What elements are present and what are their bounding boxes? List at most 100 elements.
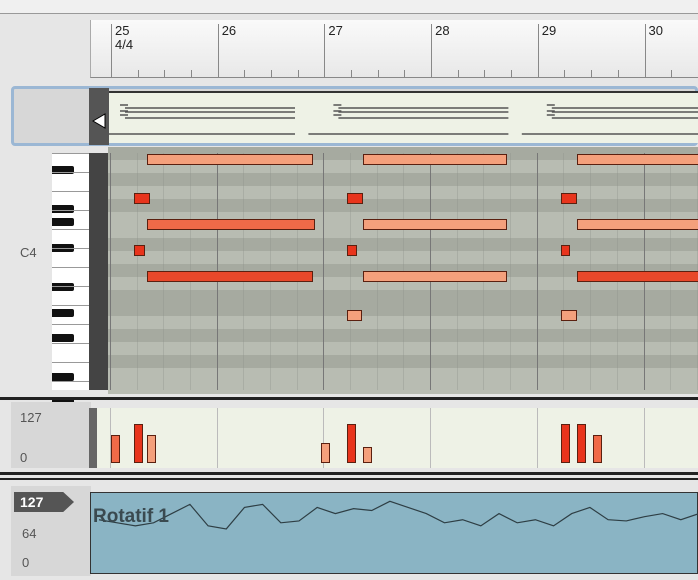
midi-note[interactable] (561, 245, 570, 256)
velocity-bar[interactable] (147, 435, 156, 463)
midi-note[interactable] (561, 193, 577, 204)
beat-line (137, 153, 138, 390)
white-key-edge (52, 267, 90, 268)
piano-keyboard[interactable] (52, 153, 90, 390)
beat-tick (564, 70, 565, 77)
beat-line (510, 153, 511, 390)
bar-line (537, 153, 538, 390)
velocity-min-label: 0 (20, 450, 27, 465)
midi-note[interactable] (134, 245, 145, 256)
automation-min-label: 0 (22, 555, 29, 570)
midi-note[interactable] (147, 154, 312, 165)
keyboard-divider (89, 153, 109, 390)
bar-line (323, 153, 324, 390)
automation-value-tag[interactable]: 127 (14, 492, 74, 512)
velocity-bar[interactable] (321, 443, 330, 463)
white-key-edge (52, 381, 90, 382)
velocity-bar[interactable] (347, 424, 356, 463)
beat-tick (244, 70, 245, 77)
midi-note[interactable] (347, 193, 363, 204)
bar-ruler[interactable]: 254/4 26 27 28 29 30 (90, 20, 698, 78)
bar-line (537, 408, 538, 468)
white-key-edge (52, 210, 90, 211)
toolbar (0, 0, 698, 14)
beat-tick (351, 70, 352, 77)
white-key-edge (52, 305, 90, 306)
midi-note[interactable] (347, 245, 356, 256)
white-key-edge (52, 343, 90, 344)
velocity-bar[interactable] (363, 447, 372, 463)
bar-number[interactable]: 29 (538, 24, 556, 78)
region-note-lines (308, 105, 508, 134)
region-content[interactable] (97, 91, 698, 143)
lane-divider[interactable] (0, 397, 698, 400)
midi-note[interactable] (347, 310, 362, 321)
white-key-edge (52, 286, 90, 287)
white-key-edge (52, 324, 90, 325)
bar-line (217, 408, 218, 468)
automation-lane[interactable] (90, 492, 698, 574)
midi-note[interactable] (577, 154, 698, 165)
beat-tick (618, 70, 619, 77)
velocity-bar[interactable] (561, 424, 570, 463)
midi-note[interactable] (363, 271, 507, 282)
black-key[interactable] (52, 205, 74, 213)
bar-line (644, 408, 645, 468)
bar-number[interactable]: 27 (324, 24, 342, 78)
lane-divider[interactable] (0, 472, 698, 475)
region-handle[interactable] (89, 88, 109, 145)
black-key[interactable] (52, 309, 74, 317)
bar-line (430, 408, 431, 468)
white-key-edge (52, 362, 90, 363)
velocity-bar[interactable] (134, 424, 143, 463)
midi-note[interactable] (561, 310, 577, 321)
bar-number[interactable]: 28 (431, 24, 449, 78)
collapse-arrow-icon[interactable] (93, 114, 105, 128)
beat-tick (484, 70, 485, 77)
beat-tick (191, 70, 192, 77)
velocity-bar[interactable] (593, 435, 602, 463)
automation-curve[interactable] (99, 501, 698, 529)
piano-roll-grid[interactable] (108, 153, 698, 390)
beat-line (350, 153, 351, 390)
velocity-lane[interactable] (97, 408, 698, 468)
time-signature: 4/4 (115, 38, 133, 52)
midi-note[interactable] (363, 219, 507, 230)
bar-number[interactable]: 26 (218, 24, 236, 78)
beat-tick (458, 70, 459, 77)
velocity-bar[interactable] (111, 435, 120, 463)
midi-note[interactable] (363, 154, 507, 165)
beat-tick (591, 70, 592, 77)
bar-number[interactable]: 254/4 (111, 24, 133, 78)
region-note-lines (97, 105, 295, 134)
white-key-edge (52, 172, 90, 173)
white-key-edge (52, 248, 90, 249)
black-key[interactable] (52, 334, 74, 342)
midi-note[interactable] (577, 219, 698, 230)
white-key-edge (52, 191, 90, 192)
beat-tick (404, 70, 405, 77)
midi-note[interactable] (147, 271, 312, 282)
automation-name: Rotatif 1 (93, 506, 169, 528)
bar-line (110, 153, 111, 390)
automation-mid-label: 64 (22, 526, 36, 541)
beat-tick (511, 70, 512, 77)
beat-tick (671, 70, 672, 77)
bar-number[interactable]: 30 (645, 24, 663, 78)
c4-label: C4 (20, 245, 37, 260)
black-key[interactable] (52, 283, 74, 291)
beat-tick (164, 70, 165, 77)
beat-tick (271, 70, 272, 77)
midi-note[interactable] (577, 271, 698, 282)
velocity-bar[interactable] (577, 424, 586, 463)
midi-note[interactable] (134, 193, 150, 204)
white-key-edge (52, 229, 90, 230)
beat-tick (378, 70, 379, 77)
black-key[interactable] (52, 373, 74, 381)
velocity-max-label: 127 (20, 410, 42, 425)
beat-tick (298, 70, 299, 77)
beat-line (563, 153, 564, 390)
midi-note[interactable] (147, 219, 315, 230)
lane-divider (0, 478, 698, 480)
black-key[interactable] (52, 218, 74, 226)
